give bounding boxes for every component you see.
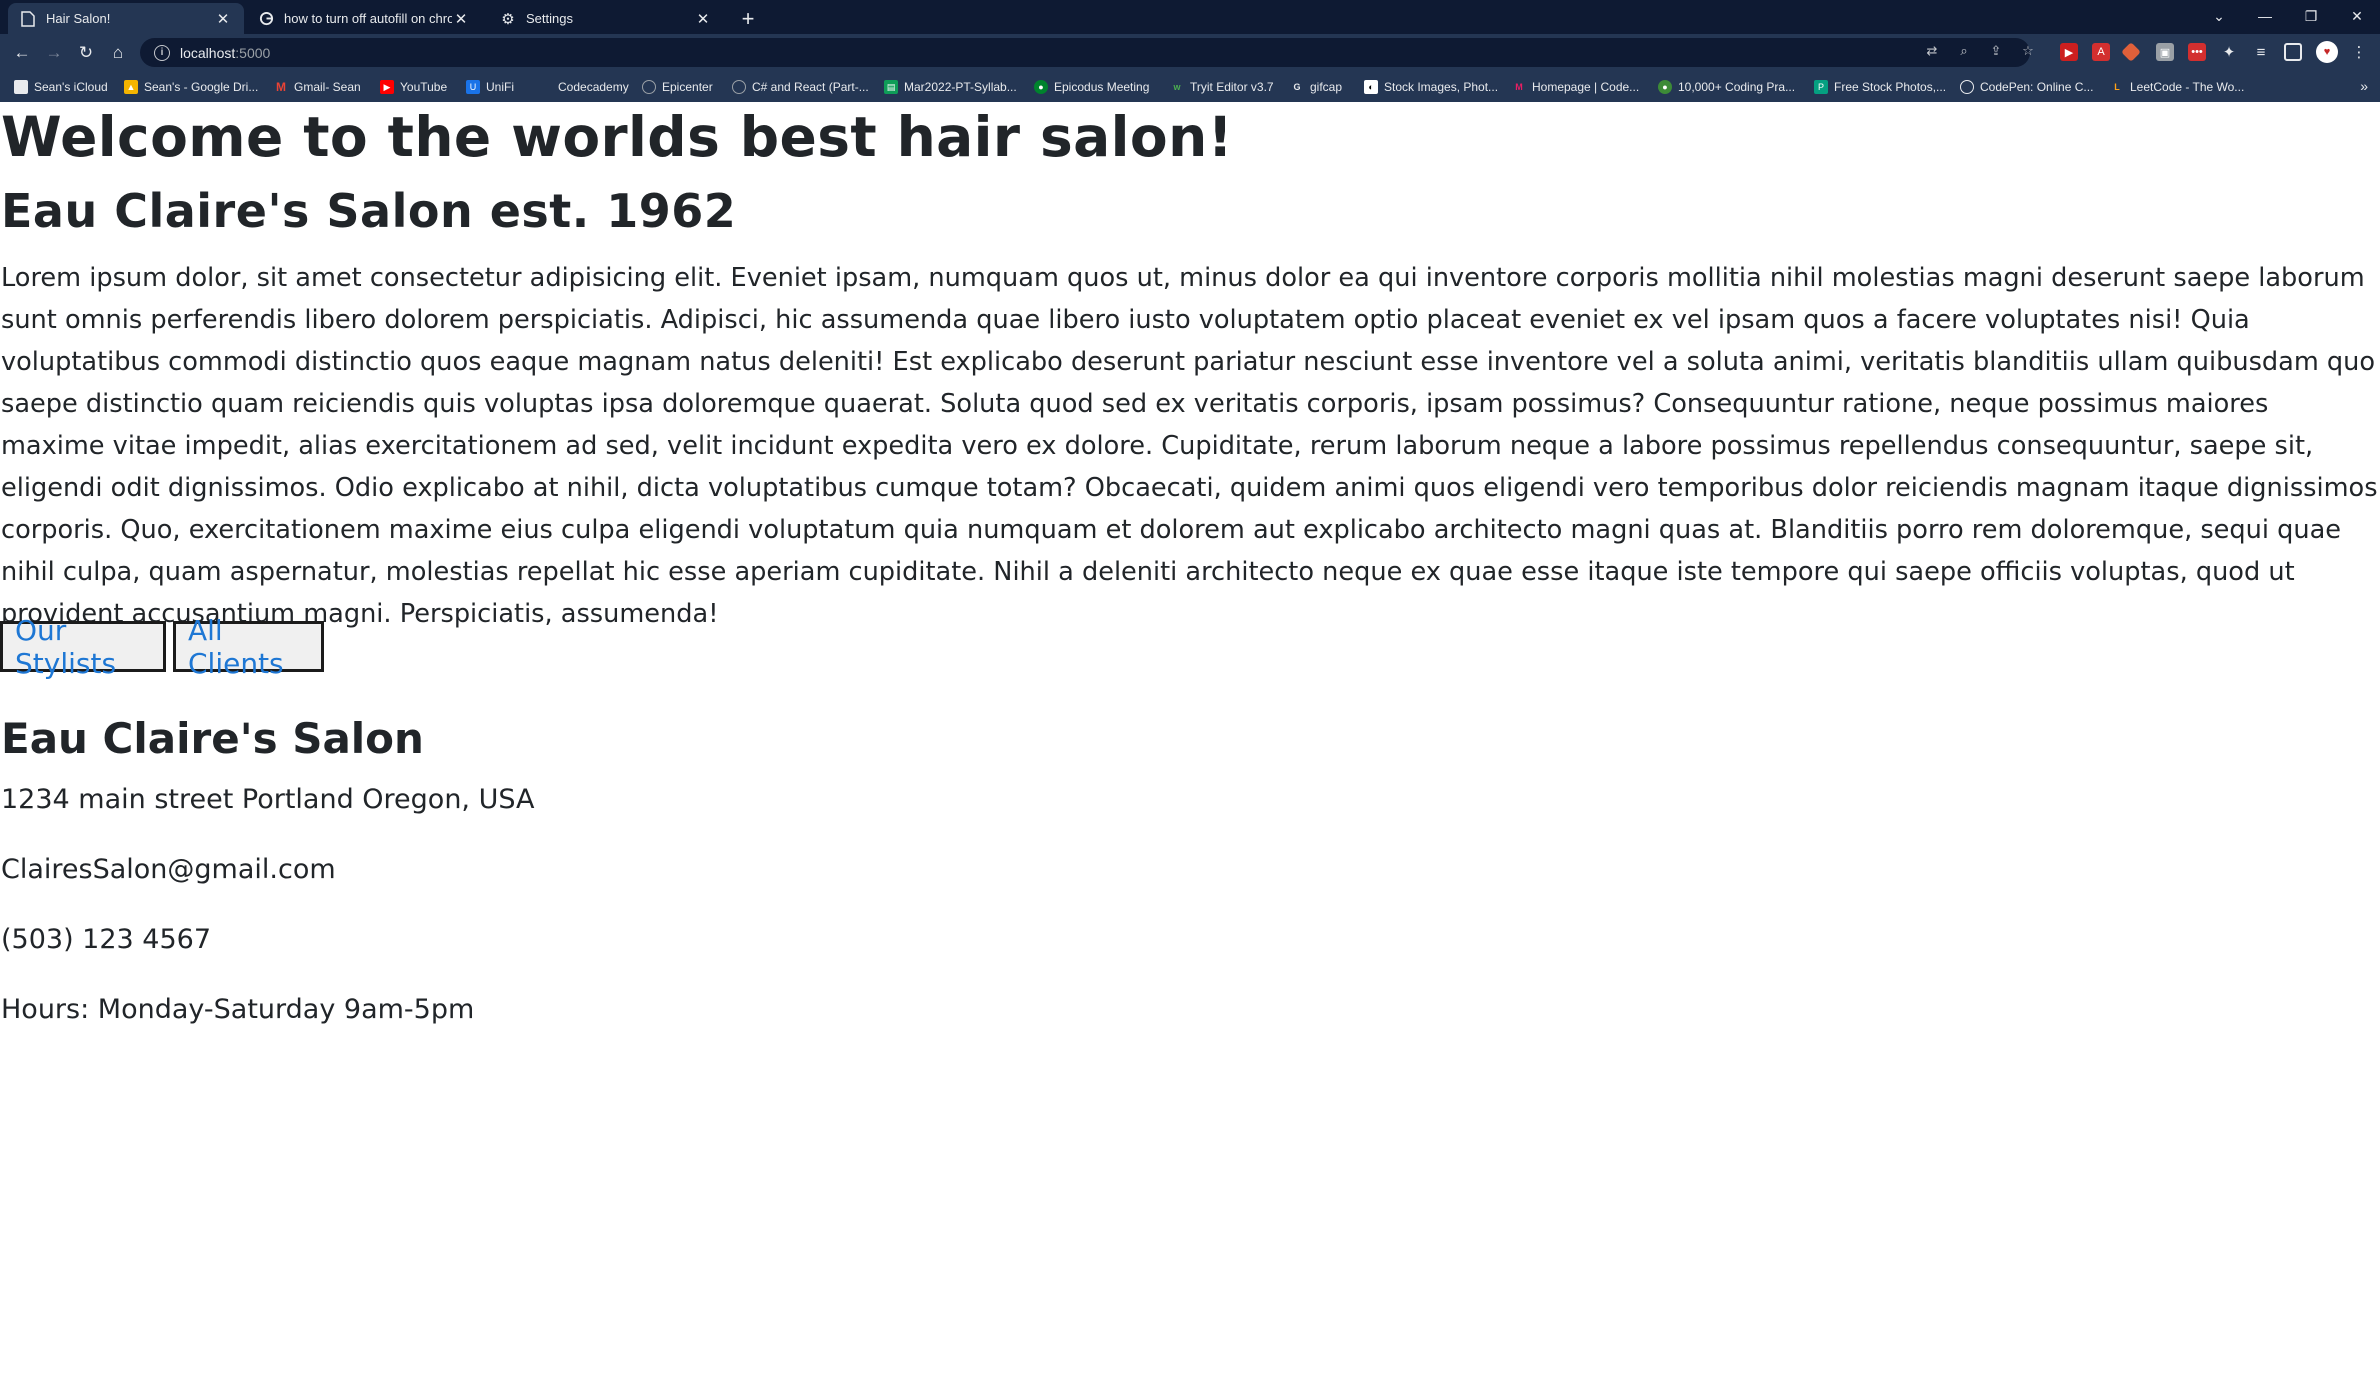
git-extension-icon[interactable] xyxy=(2121,42,2141,62)
all-clients-button[interactable]: All Clients xyxy=(173,614,324,680)
meet-icon: ● xyxy=(1034,80,1048,94)
reading-list-icon[interactable]: ≡ xyxy=(2252,43,2270,61)
bookmark-item[interactable]: w Tryit Editor v3.7 xyxy=(1170,78,1273,96)
page-icon xyxy=(20,10,36,27)
minimize-button[interactable]: — xyxy=(2242,0,2288,32)
close-icon[interactable]: ✕ xyxy=(452,10,470,28)
bookmark-item[interactable]: U UniFi xyxy=(466,78,514,96)
extension-icon[interactable]: ▣ xyxy=(2156,43,2174,61)
tab-title: Settings xyxy=(526,11,573,26)
forward-button[interactable]: → xyxy=(40,39,68,67)
bookmark-item[interactable]: ● Epicodus Meeting xyxy=(1034,78,1149,96)
bookmark-item[interactable]: ▶ YouTube xyxy=(380,78,447,96)
bookmark-item[interactable]: Codecademy xyxy=(538,78,629,96)
zoom-icon[interactable]: ⌕ xyxy=(1954,41,1974,61)
our-stylists-button[interactable]: Our Stylists xyxy=(0,614,166,680)
reload-button[interactable]: ↻ xyxy=(72,39,100,67)
apple-icon xyxy=(14,80,28,94)
salon-address: 1234 main street Portland Oregon, USA xyxy=(1,784,535,815)
bookmark-item[interactable]: M Homepage | Code... xyxy=(1512,78,1639,96)
window-close-button[interactable]: ✕ xyxy=(2334,0,2380,32)
codecademy-icon xyxy=(538,80,552,94)
menu-dots-icon[interactable]: ⋮ xyxy=(2350,43,2368,61)
salon-email: ClairesSalon@gmail.com xyxy=(1,854,336,885)
share-icon[interactable]: ⇪ xyxy=(1986,41,2006,61)
w3schools-icon: w xyxy=(1173,82,1181,92)
bookmark-item[interactable]: ▲ Sean's - Google Dri... xyxy=(124,78,258,96)
close-icon[interactable]: ✕ xyxy=(214,10,232,28)
globe-icon xyxy=(642,80,656,94)
tab-title: Hair Salon! xyxy=(46,11,111,26)
page-title: Welcome to the worlds best hair salon! xyxy=(1,105,1234,169)
browser-toolbar: ← → ↻ ⌂ i localhost:5000 ⇄ ⌕ ⇪ ☆ ▶ A ▣ •… xyxy=(0,34,2380,72)
site-info-icon[interactable]: i xyxy=(154,44,170,61)
close-icon[interactable]: ✕ xyxy=(694,10,712,28)
youtube-icon: ▶ xyxy=(380,80,394,94)
google-icon xyxy=(258,11,274,27)
bookmark-item[interactable]: P Free Stock Photos,... xyxy=(1814,78,1946,96)
leetcode-icon: L xyxy=(2114,82,2120,92)
bookmarks-bar: Sean's iCloud ▲ Sean's - Google Dri... MG… xyxy=(0,72,2380,102)
translate-icon[interactable]: ⇄ xyxy=(1922,41,1942,61)
bookmark-item[interactable]: ● 10,000+ Coding Pra... xyxy=(1658,78,1795,96)
side-panel-icon[interactable] xyxy=(2284,43,2302,61)
tab-search-chevron-icon[interactable]: ⌄ xyxy=(2196,0,2242,32)
pexels-icon: P xyxy=(1814,80,1828,94)
bookmark-item[interactable]: CodePen: Online C... xyxy=(1960,78,2093,96)
new-tab-button[interactable]: + xyxy=(734,5,762,33)
bookmark-item[interactable]: L LeetCode - The Wo... xyxy=(2110,78,2244,96)
bookmark-star-icon[interactable]: ☆ xyxy=(2018,41,2038,61)
globe-icon xyxy=(732,80,746,94)
tab-strip: Hair Salon! ✕ how to turn off autofill o… xyxy=(0,0,2380,34)
bookmark-item[interactable]: Sean's iCloud xyxy=(14,78,108,96)
bookmark-item[interactable]: M Gmail- Sean xyxy=(274,78,361,96)
stock-images-icon: ◐ xyxy=(1364,80,1378,94)
intro-paragraph: Lorem ipsum dolor, sit amet consectetur … xyxy=(1,263,2378,629)
bookmark-item[interactable]: ◐ Stock Images, Phot... xyxy=(1364,78,1498,96)
page-subtitle: Eau Claire's Salon est. 1962 xyxy=(1,184,737,238)
home-icon[interactable]: ⌂ xyxy=(104,39,132,67)
gifcap-icon: G xyxy=(1293,82,1301,92)
tab-settings[interactable]: ⚙ Settings ✕ xyxy=(488,3,724,34)
restore-button[interactable]: ❐ xyxy=(2288,0,2334,32)
bookmark-item[interactable]: Ggifcap xyxy=(1290,78,1342,96)
video-extension-icon[interactable]: ▶ xyxy=(2060,43,2078,61)
tab-title: how to turn off autofill on chrom xyxy=(284,11,452,26)
bookmark-item[interactable]: ▤ Mar2022-PT-Syllab... xyxy=(884,78,1017,96)
address-bar[interactable]: i localhost:5000 xyxy=(140,38,2030,67)
more-bookmarks-icon[interactable]: » xyxy=(2360,78,2368,94)
puzzle-extensions-icon[interactable]: ✦ xyxy=(2220,43,2238,61)
drive-icon: ▲ xyxy=(124,80,138,94)
unifi-icon: U xyxy=(466,80,480,94)
pdf-extension-icon[interactable]: A xyxy=(2092,43,2110,61)
codewars-icon: M xyxy=(1515,82,1523,92)
salon-phone: (503) 123 4567 xyxy=(1,924,212,955)
sheets-icon: ▤ xyxy=(884,80,898,94)
salon-hours: Hours: Monday-Saturday 9am-5pm xyxy=(1,994,475,1025)
browser-chrome: Hair Salon! ✕ how to turn off autofill o… xyxy=(0,0,2380,102)
salon-name-heading: Eau Claire's Salon xyxy=(1,714,424,763)
tab-google-search[interactable]: how to turn off autofill on chrom ✕ xyxy=(246,3,482,34)
codepen-icon xyxy=(1960,80,1974,94)
coding-practice-icon: ● xyxy=(1658,80,1672,94)
gear-icon: ⚙ xyxy=(501,10,515,28)
back-button[interactable]: ← xyxy=(8,39,36,67)
page-content: Welcome to the worlds best hair salon! E… xyxy=(0,102,2380,1392)
lastpass-extension-icon[interactable]: ••• xyxy=(2188,43,2206,61)
bookmark-item[interactable]: Epicenter xyxy=(642,78,713,96)
bookmark-item[interactable]: C# and React (Part-... xyxy=(732,78,869,96)
tab-hair-salon[interactable]: Hair Salon! ✕ xyxy=(8,3,244,34)
profile-avatar[interactable]: ♥ xyxy=(2316,41,2338,63)
gmail-icon: M xyxy=(276,80,286,94)
url-text: localhost:5000 xyxy=(180,44,271,61)
